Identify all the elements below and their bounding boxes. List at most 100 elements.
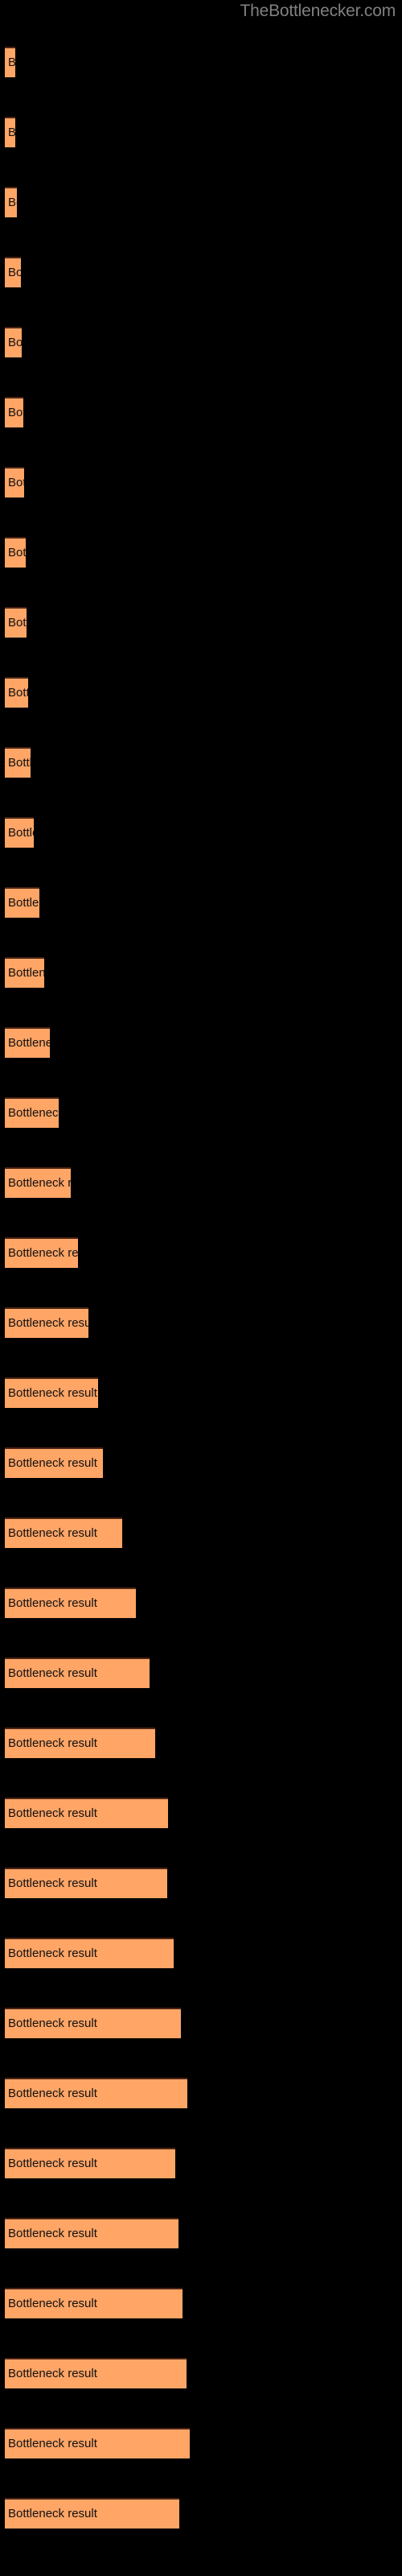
bar-label: Bottleneck result xyxy=(8,966,44,980)
bar-row: Bottleneck result xyxy=(0,257,402,287)
bar[interactable]: Bottleneck result xyxy=(5,1237,78,1268)
bar[interactable]: Bottleneck result xyxy=(5,607,27,638)
bar-row: Bottleneck result xyxy=(0,1938,402,1968)
bar-label: Bottleneck result xyxy=(8,2507,97,2520)
bar[interactable]: Bottleneck result xyxy=(5,2218,178,2248)
bar[interactable]: Bottleneck result xyxy=(5,327,22,357)
bar-row: Bottleneck result xyxy=(0,1447,402,1478)
bar-label: Bottleneck result xyxy=(8,616,27,630)
bar-label: Bottleneck result xyxy=(8,2297,97,2310)
bar-label: Bottleneck result xyxy=(8,2367,97,2380)
bar-row: Bottleneck result xyxy=(0,467,402,497)
bar-row: Bottleneck result xyxy=(0,1798,402,1828)
bar[interactable]: Bottleneck result xyxy=(5,2078,187,2108)
bar-label: Bottleneck result xyxy=(8,1946,97,1960)
bar[interactable]: Bottleneck result xyxy=(5,117,15,147)
bar-label: Bottleneck result xyxy=(8,756,31,770)
bar[interactable]: Bottleneck result xyxy=(5,2148,175,2178)
bar-label: Bottleneck result xyxy=(8,1176,71,1190)
bar-label: Bottleneck result xyxy=(8,48,15,77)
bar-row: Bottleneck result xyxy=(0,537,402,568)
bar-label: Bottleneck result xyxy=(8,1736,97,1750)
plot-area: Bottleneck result Bottleneck result Bottle… xyxy=(0,0,402,2576)
bar-row: Bottleneck result xyxy=(0,2148,402,2178)
bar-row: Bottleneck result xyxy=(0,1728,402,1758)
bar[interactable]: Bottleneck result xyxy=(5,1868,167,1898)
bar[interactable]: Bottleneck result xyxy=(5,467,24,497)
bar[interactable]: Bottleneck result xyxy=(5,1097,59,1128)
bar-row: Bottleneck result xyxy=(0,2428,402,2458)
bar[interactable]: Bottleneck result xyxy=(5,47,15,77)
bar[interactable]: Bottleneck result xyxy=(5,1938,174,1968)
bar-label: Bottleneck result xyxy=(8,1036,50,1050)
bar-row: Bottleneck result xyxy=(0,887,402,918)
bar-label: Bottleneck result xyxy=(8,1666,97,1680)
bar[interactable]: Bottleneck result xyxy=(5,887,39,918)
bar-label: Bottleneck result xyxy=(8,406,23,419)
bar-row: Bottleneck result xyxy=(0,957,402,988)
bar[interactable]: Bottleneck result xyxy=(5,2288,183,2318)
bar[interactable]: Bottleneck result xyxy=(5,1657,150,1688)
bar-row: Bottleneck result xyxy=(0,2498,402,2529)
bar-label: Bottleneck result xyxy=(8,896,39,910)
bar[interactable]: Bottleneck result xyxy=(5,537,26,568)
bar-label: Bottleneck result xyxy=(8,336,22,349)
bar-row: Bottleneck result xyxy=(0,1097,402,1128)
bar-row: Bottleneck result xyxy=(0,1377,402,1408)
bar-row: Bottleneck result xyxy=(0,1237,402,1268)
bar-row: Bottleneck result xyxy=(0,817,402,848)
bar[interactable]: Bottleneck result xyxy=(5,1447,103,1478)
bar-label: Bottleneck result xyxy=(8,2437,97,2450)
bar-label: Bottleneck result xyxy=(8,1246,78,1260)
bar[interactable]: Bottleneck result xyxy=(5,1027,50,1058)
bar[interactable]: Bottleneck result xyxy=(5,747,31,778)
bar[interactable]: Bottleneck result xyxy=(5,1728,155,1758)
bar-label: Bottleneck result xyxy=(8,1456,97,1470)
bar-label: Bottleneck result xyxy=(8,1806,97,1820)
bar-label: Bottleneck result xyxy=(8,2157,97,2170)
bar[interactable]: Bottleneck result xyxy=(5,2498,179,2529)
bar[interactable]: Bottleneck result xyxy=(5,397,23,427)
bar-label: Bottleneck result xyxy=(8,1106,59,1120)
bar-row: Bottleneck result xyxy=(0,187,402,217)
bar-row: Bottleneck result xyxy=(0,1517,402,1548)
bar-row: Bottleneck result xyxy=(0,2078,402,2108)
bar-row: Bottleneck result xyxy=(0,677,402,708)
bar-row: Bottleneck result xyxy=(0,1587,402,1618)
bar-label: Bottleneck result xyxy=(8,196,17,209)
bar-label: Bottleneck result xyxy=(8,826,34,840)
bar[interactable]: Bottleneck result xyxy=(5,187,17,217)
bar-row: Bottleneck result xyxy=(0,47,402,77)
bar[interactable]: Bottleneck result xyxy=(5,257,21,287)
bar-label: Bottleneck result xyxy=(8,1526,97,1540)
bar[interactable]: Bottleneck result xyxy=(5,1307,88,1338)
bar-row: Bottleneck result xyxy=(0,607,402,638)
bar[interactable]: Bottleneck result xyxy=(5,2008,181,2038)
bar[interactable]: Bottleneck result xyxy=(5,2428,190,2458)
bar[interactable]: Bottleneck result xyxy=(5,1377,98,1408)
bar-row: Bottleneck result xyxy=(0,1027,402,1058)
bar[interactable]: Bottleneck result xyxy=(5,957,44,988)
bar[interactable]: Bottleneck result xyxy=(5,1167,71,1198)
bar-row: Bottleneck result xyxy=(0,1167,402,1198)
bar[interactable]: Bottleneck result xyxy=(5,677,28,708)
bar-label: Bottleneck result xyxy=(8,2087,97,2100)
bar-row: Bottleneck result xyxy=(0,1307,402,1338)
bar-label: Bottleneck result xyxy=(8,476,24,489)
bar-label: Bottleneck result xyxy=(8,2017,97,2030)
bar[interactable]: Bottleneck result xyxy=(5,2358,187,2388)
bar[interactable]: Bottleneck result xyxy=(5,817,34,848)
bar[interactable]: Bottleneck result xyxy=(5,1517,122,1548)
bar-row: Bottleneck result xyxy=(0,397,402,427)
bar-label: Bottleneck result xyxy=(8,1386,97,1400)
bar[interactable]: Bottleneck result xyxy=(5,1587,136,1618)
bar[interactable]: Bottleneck result xyxy=(5,1798,168,1828)
bar-label: Bottleneck result xyxy=(8,118,15,147)
bar-row: Bottleneck result xyxy=(0,1657,402,1688)
bar-label: Bottleneck result xyxy=(8,1596,97,1610)
bar-row: Bottleneck result xyxy=(0,1868,402,1898)
bar-label: Bottleneck result xyxy=(8,686,28,700)
bar-row: Bottleneck result xyxy=(0,2358,402,2388)
bar-row: Bottleneck result xyxy=(0,747,402,778)
bar-row: Bottleneck result xyxy=(0,327,402,357)
